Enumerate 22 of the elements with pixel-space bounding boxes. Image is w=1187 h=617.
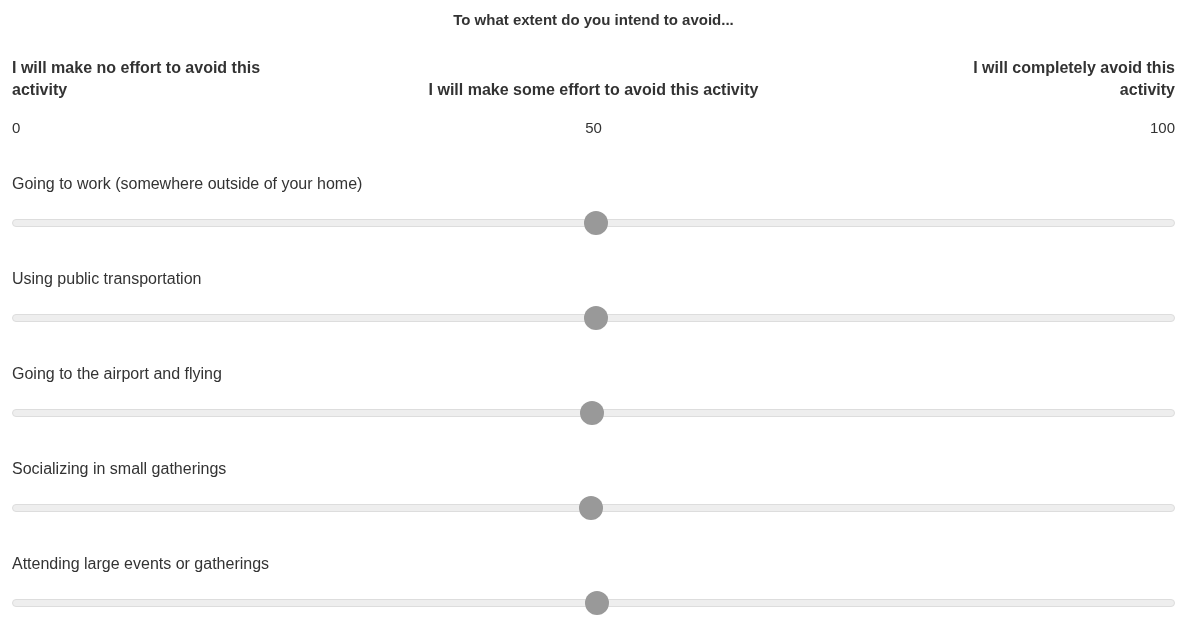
activity-label: Attending large events or gatherings xyxy=(12,554,270,574)
slider-thumb[interactable] xyxy=(580,401,605,425)
slider[interactable] xyxy=(12,211,1175,235)
slider[interactable] xyxy=(12,496,1175,520)
scale-value: 50 xyxy=(585,119,602,136)
activity-label: Going to work (somewhere outside of your home) xyxy=(12,174,363,194)
scale-anchor-label: I will make no effort to avoid this activity xyxy=(12,58,262,100)
slider-thumb[interactable] xyxy=(579,496,604,520)
slider-thumb[interactable] xyxy=(583,211,608,235)
scale-anchor-label: I will completely avoid this activity xyxy=(972,58,1175,100)
scale-anchor-label: I will make some effort to avoid this activity xyxy=(427,80,760,100)
slider-thumb[interactable] xyxy=(583,306,608,330)
activity-label: Using public transportation xyxy=(12,269,202,289)
question-heading: To what extent do you intend to avoid... xyxy=(452,10,735,30)
slider[interactable] xyxy=(12,591,1175,615)
activity-label: Going to the airport and flying xyxy=(12,364,222,384)
activity-label: Socializing in small gatherings xyxy=(12,459,227,479)
scale-value: 100 xyxy=(1149,119,1175,136)
slider[interactable] xyxy=(12,401,1175,425)
scale-value: 0 xyxy=(12,119,21,136)
slider-thumb[interactable] xyxy=(584,591,609,615)
slider[interactable] xyxy=(12,306,1175,330)
